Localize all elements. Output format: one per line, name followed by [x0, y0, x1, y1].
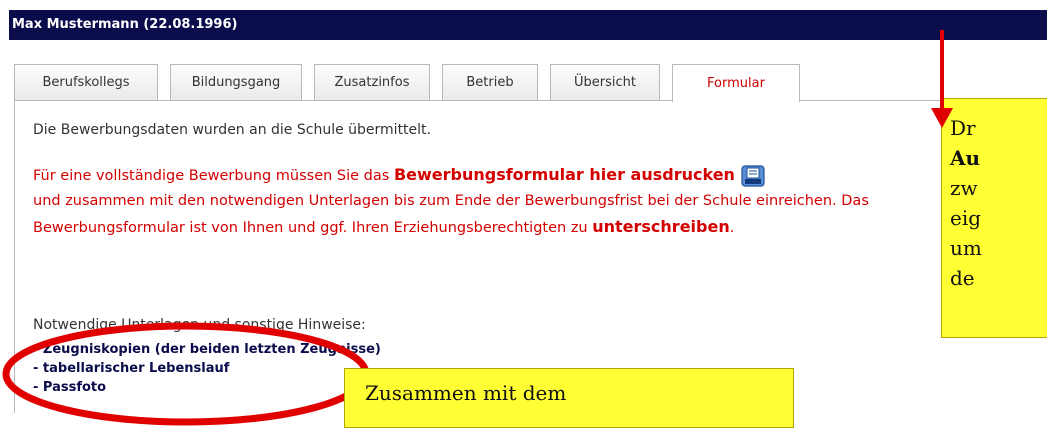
tab-uebersicht[interactable]: Übersicht — [550, 64, 660, 100]
callout-line: Au — [950, 146, 981, 170]
instruction-text-2: und zusammen mit den notwendigen Unterla… — [33, 193, 869, 236]
sign-emphasis: unterschreiben — [592, 217, 730, 236]
tab-bar: Berufskollegs Bildungsgang Zusatzinfos B… — [14, 64, 914, 102]
print-form-link[interactable]: Bewerbungsformular hier ausdrucken — [394, 165, 735, 184]
tab-formular[interactable]: Formular — [672, 64, 800, 102]
tab-bildungsgang[interactable]: Bildungsgang — [170, 64, 302, 100]
tab-zusatzinfos[interactable]: Zusatzinfos — [314, 64, 430, 100]
tab-betrieb[interactable]: Betrieb — [442, 64, 538, 100]
callout-line: zw — [950, 176, 978, 200]
callout-right: Dr Au zw eig um de — [941, 98, 1047, 338]
callout-line: eig — [950, 206, 982, 230]
applicant-header: Max Mustermann (22.08.1996) — [9, 10, 1047, 40]
red-arrow-icon — [931, 30, 953, 128]
info-message: Die Bewerbungsdaten wurden an die Schule… — [33, 122, 431, 138]
instruction-text-1: Für eine vollständige Bewerbung müssen S… — [33, 168, 394, 184]
printer-icon[interactable] — [741, 165, 765, 187]
callout-line: Dr — [950, 116, 976, 140]
callout-line: de — [950, 266, 975, 290]
callout-line: um — [950, 236, 982, 260]
tab-berufskollegs[interactable]: Berufskollegs — [14, 64, 158, 100]
callout-bottom: Zusammen mit dem — [344, 368, 794, 428]
print-instructions: Für eine vollständige Bewerbung müssen S… — [33, 162, 963, 241]
instruction-text-3: . — [729, 220, 735, 236]
